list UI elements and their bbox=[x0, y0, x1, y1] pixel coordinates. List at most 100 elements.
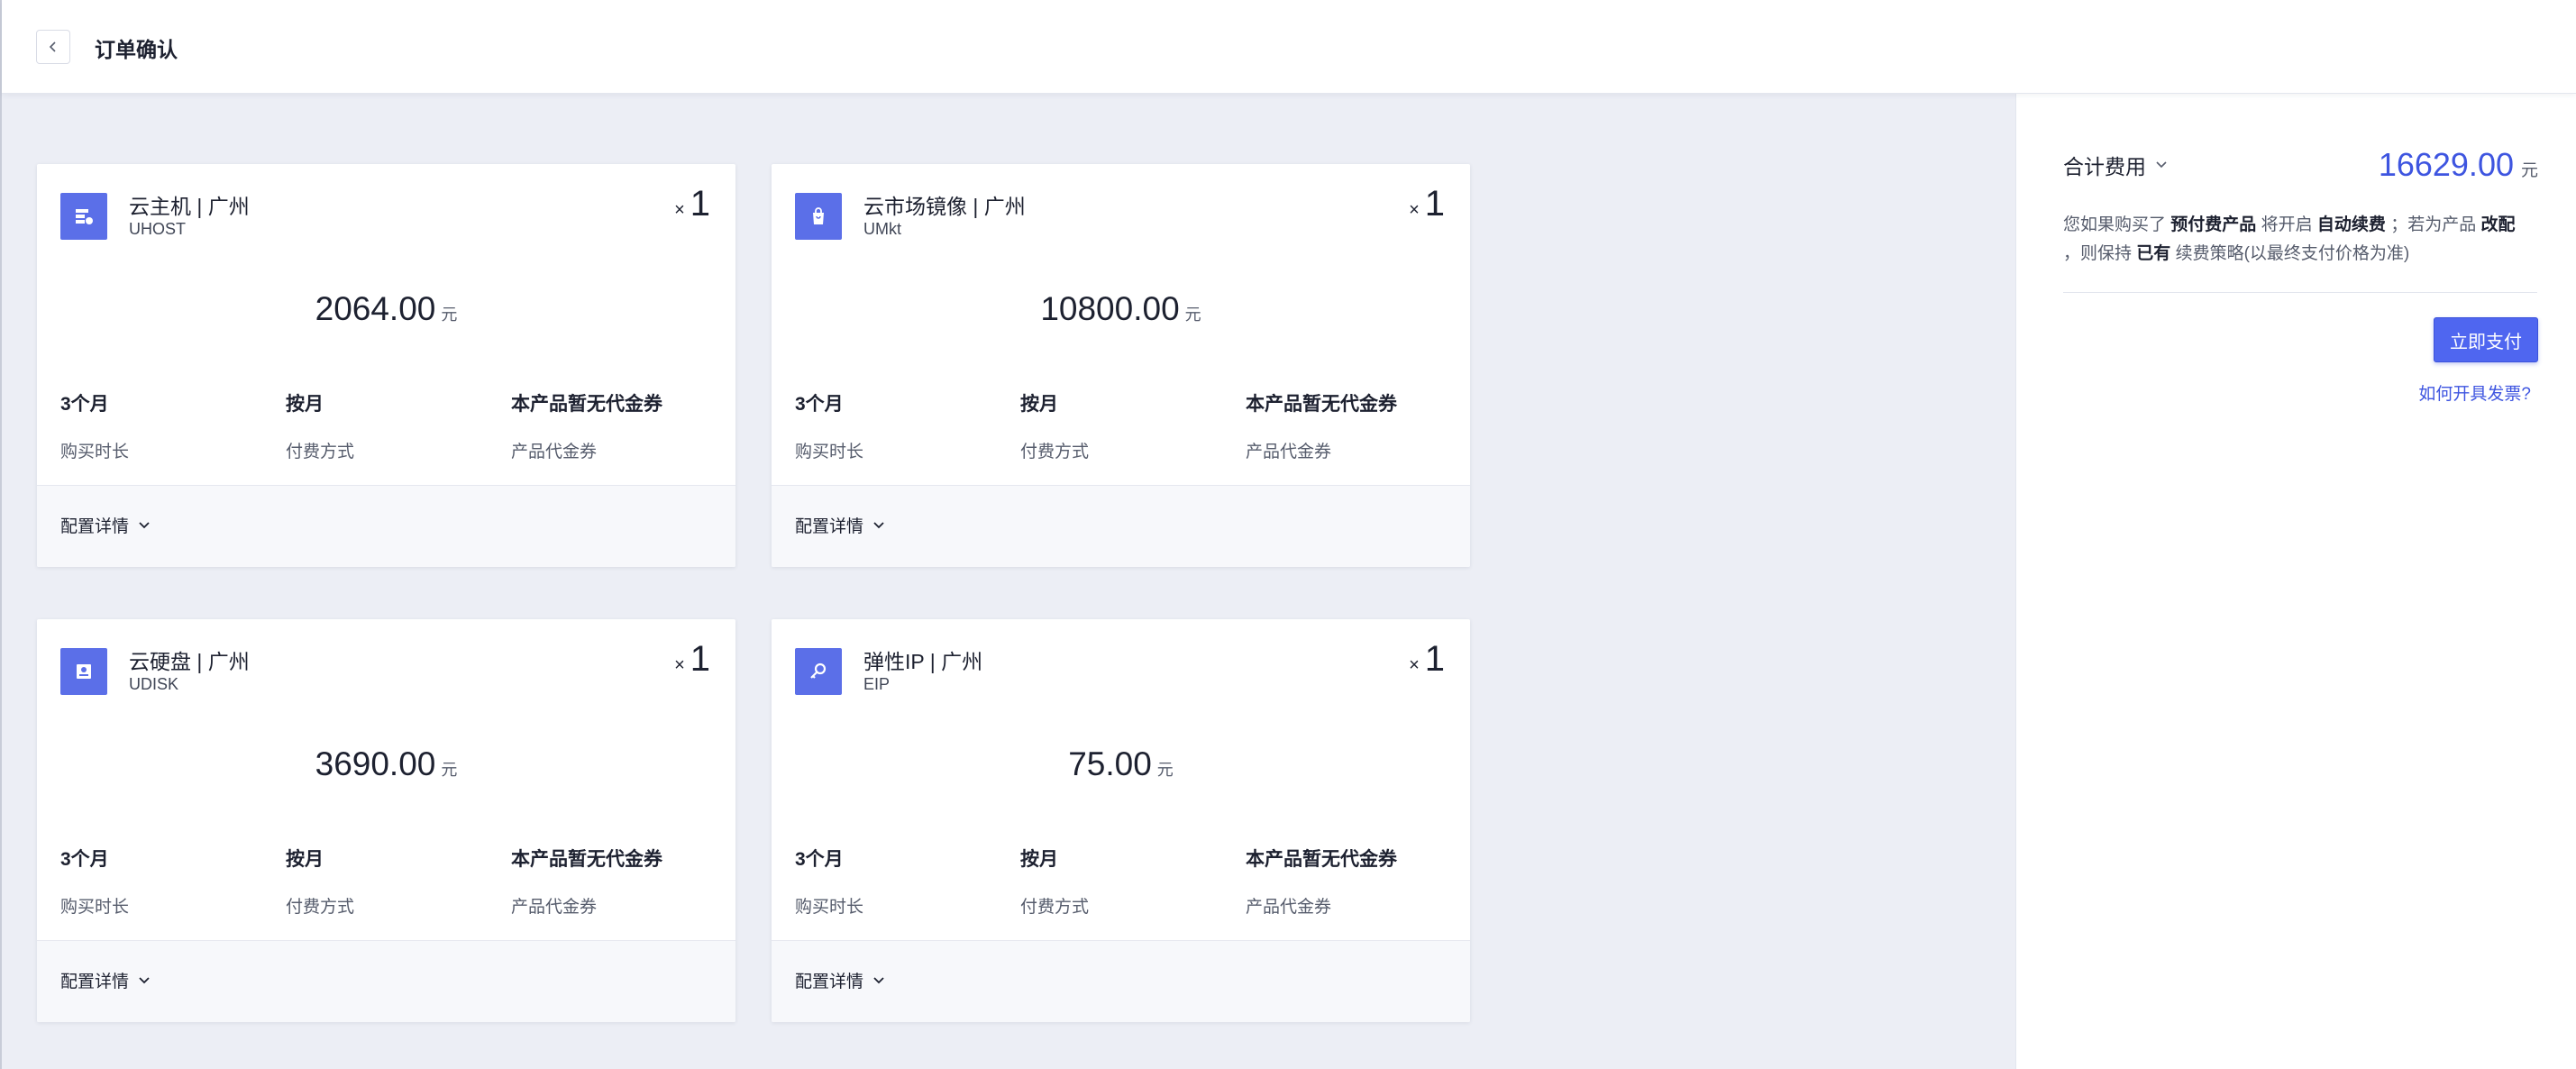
config-details-label: 配置详情 bbox=[795, 973, 864, 991]
notice-emphasis: 自动续费 bbox=[2316, 215, 2386, 234]
notice-text: 您如果购买了 bbox=[2063, 215, 2167, 234]
chevron-down-icon bbox=[873, 521, 884, 528]
duration-label: 购买时长 bbox=[795, 898, 864, 917]
product-title: 云市场镜像 | 广州 bbox=[863, 195, 1026, 218]
product-title: 云硬盘 | 广州 bbox=[129, 650, 250, 673]
payment-value: 按月 bbox=[286, 849, 324, 870]
price-value: 2064.00 bbox=[315, 290, 436, 327]
notice-text: ，则保持 bbox=[2063, 244, 2133, 263]
total-amount-unit: 元 bbox=[2520, 161, 2538, 180]
order-summary-panel: 合计费用 16629.00 元 您如果购买了 预付费产品 将开启 自动续费 ；若… bbox=[2015, 94, 2576, 1069]
total-cost-label: 合计费用 bbox=[2063, 155, 2146, 178]
notice-emphasis: 预付费产品 bbox=[2170, 215, 2257, 234]
config-details-toggle[interactable]: 配置详情 bbox=[60, 513, 151, 537]
quantity-value: 1 bbox=[1424, 184, 1445, 224]
quantity: × 1 bbox=[1409, 639, 1445, 680]
product-title: 弹性IP | 广州 bbox=[863, 650, 983, 673]
price-unit: 元 bbox=[441, 306, 458, 324]
voucher-label: 产品代金券 bbox=[1246, 898, 1332, 917]
multiply-sign: × bbox=[674, 200, 685, 220]
total-cost-toggle[interactable]: 合计费用 bbox=[2063, 150, 2168, 180]
voucher-value: 本产品暂无代金券 bbox=[511, 849, 662, 870]
chevron-left-icon bbox=[49, 41, 56, 52]
total-amount: 16629.00 元 bbox=[2379, 146, 2538, 184]
notice-text: 将开启 bbox=[2261, 215, 2313, 234]
product-code: UDISK bbox=[129, 675, 179, 693]
voucher-info: 本产品暂无代金券 产品代金券 bbox=[1246, 389, 1397, 462]
payment-info: 按月 付费方式 bbox=[286, 845, 354, 918]
config-details-label: 配置详情 bbox=[60, 973, 130, 991]
price-unit: 元 bbox=[441, 761, 458, 779]
divider bbox=[2063, 292, 2537, 293]
page-header: 订单确认 bbox=[2, 0, 2576, 94]
quantity-value: 1 bbox=[690, 184, 710, 224]
quantity-value: 1 bbox=[690, 639, 710, 679]
voucher-info: 本产品暂无代金券 产品代金券 bbox=[511, 389, 662, 462]
price-value: 10800.00 bbox=[1040, 290, 1180, 327]
price-unit: 元 bbox=[1184, 306, 1201, 324]
config-details-label: 配置详情 bbox=[60, 517, 130, 536]
payment-info: 按月 付费方式 bbox=[1020, 845, 1089, 918]
config-details-toggle[interactable]: 配置详情 bbox=[795, 513, 885, 537]
payment-info: 按月 付费方式 bbox=[1020, 389, 1089, 462]
order-card-eip: 弹性IP | 广州 EIP × 1 75.00 元 3个月 购买时长 按月 付费方… bbox=[772, 619, 1470, 1022]
back-button[interactable] bbox=[36, 30, 70, 64]
payment-value: 按月 bbox=[1020, 849, 1058, 870]
payment-value: 按月 bbox=[1020, 394, 1058, 415]
duration-label: 购买时长 bbox=[60, 443, 130, 461]
duration-value: 3个月 bbox=[795, 849, 844, 870]
payment-label: 付费方式 bbox=[1020, 443, 1090, 461]
chevron-down-icon bbox=[2156, 161, 2167, 169]
page-title: 订单确认 bbox=[95, 38, 178, 61]
voucher-label: 产品代金券 bbox=[511, 898, 598, 917]
product-price: 3690.00 元 bbox=[37, 745, 735, 783]
config-details-label: 配置详情 bbox=[795, 517, 864, 536]
notice-text: 续费策略(以最终支付价格为准) bbox=[2175, 244, 2410, 263]
quantity-value: 1 bbox=[1424, 639, 1445, 679]
payment-label: 付费方式 bbox=[286, 898, 355, 917]
product-price: 2064.00 元 bbox=[37, 290, 735, 328]
payment-info: 按月 付费方式 bbox=[286, 389, 354, 462]
order-card-uhost: 云主机 | 广州 UHOST × 1 2064.00 元 3个月 购买时长 按月 … bbox=[37, 164, 735, 567]
duration-value: 3个月 bbox=[795, 394, 844, 415]
multiply-sign: × bbox=[1409, 655, 1420, 675]
config-details-toggle[interactable]: 配置详情 bbox=[60, 968, 151, 992]
duration-value: 3个月 bbox=[60, 849, 109, 870]
config-details-section: 配置详情 bbox=[37, 940, 735, 1022]
payment-label: 付费方式 bbox=[286, 443, 355, 461]
price-unit: 元 bbox=[1156, 761, 1174, 779]
duration-info: 3个月 购买时长 bbox=[60, 389, 129, 462]
disk-icon bbox=[60, 648, 107, 695]
config-details-toggle[interactable]: 配置详情 bbox=[795, 968, 885, 992]
notice-text: ；若为产品 bbox=[2390, 215, 2477, 234]
product-code: UHOST bbox=[129, 220, 186, 238]
product-price: 75.00 元 bbox=[772, 745, 1470, 783]
invoice-help-link[interactable]: 如何开具发票? bbox=[2418, 380, 2531, 405]
voucher-value: 本产品暂无代金券 bbox=[1246, 849, 1397, 870]
voucher-info: 本产品暂无代金券 产品代金券 bbox=[1246, 845, 1397, 918]
multiply-sign: × bbox=[1409, 200, 1420, 220]
total-amount-value: 16629.00 bbox=[2378, 146, 2514, 183]
pay-now-button[interactable]: 立即支付 bbox=[2434, 317, 2538, 362]
product-price: 10800.00 元 bbox=[772, 290, 1470, 328]
order-card-umkt: 云市场镜像 | 广州 UMkt × 1 10800.00 元 3个月 购买时长 按… bbox=[772, 164, 1470, 567]
duration-info: 3个月 购买时长 bbox=[60, 845, 129, 918]
notice-emphasis: 改配 bbox=[2480, 215, 2516, 234]
quantity: × 1 bbox=[674, 184, 710, 224]
price-value: 75.00 bbox=[1068, 745, 1152, 782]
chevron-down-icon bbox=[139, 521, 150, 528]
product-code: EIP bbox=[863, 675, 891, 693]
config-details-section: 配置详情 bbox=[772, 940, 1470, 1022]
payment-value: 按月 bbox=[286, 394, 324, 415]
product-code: UMkt bbox=[863, 220, 901, 238]
voucher-label: 产品代金券 bbox=[1246, 443, 1332, 461]
product-title: 云主机 | 广州 bbox=[129, 195, 250, 218]
duration-label: 购买时长 bbox=[60, 898, 130, 917]
order-list: 云主机 | 广州 UHOST × 1 2064.00 元 3个月 购买时长 按月 … bbox=[2, 94, 2015, 1069]
duration-info: 3个月 购买时长 bbox=[795, 389, 863, 462]
voucher-value: 本产品暂无代金券 bbox=[511, 394, 662, 415]
quantity: × 1 bbox=[674, 639, 710, 680]
duration-value: 3个月 bbox=[60, 394, 109, 415]
ip-key-icon bbox=[795, 648, 842, 695]
quantity: × 1 bbox=[1409, 184, 1445, 224]
